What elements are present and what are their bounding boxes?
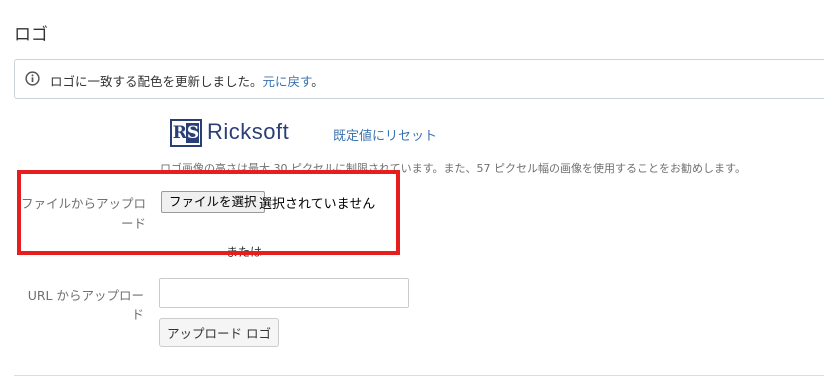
logo-mark: RS	[170, 119, 202, 147]
info-message-suffix: 。	[311, 74, 324, 89]
divider	[14, 375, 824, 376]
reset-to-default-link[interactable]: 既定値にリセット	[333, 125, 437, 144]
info-message-text: ロゴに一致する配色を更新しました。	[50, 74, 263, 89]
logo-image: RS Ricksoft	[170, 119, 310, 149]
info-text: ロゴに一致する配色を更新しました。元に戻す。	[50, 71, 324, 90]
undo-link[interactable]: 元に戻す	[263, 74, 312, 89]
url-input[interactable]	[159, 278, 409, 308]
url-upload-label: URL からアップロード	[27, 288, 144, 322]
info-message: ロゴに一致する配色を更新しました。元に戻す。	[14, 59, 824, 99]
logo-mark-r: R	[172, 123, 187, 143]
logo-word: Ricksoft	[207, 119, 290, 144]
logo-mark-s: S	[185, 123, 199, 143]
highlight-box	[17, 170, 400, 255]
info-icon	[25, 71, 40, 86]
upload-logo-button[interactable]: アップロード ロゴ	[159, 318, 279, 347]
page-title: ロゴ	[14, 25, 48, 45]
